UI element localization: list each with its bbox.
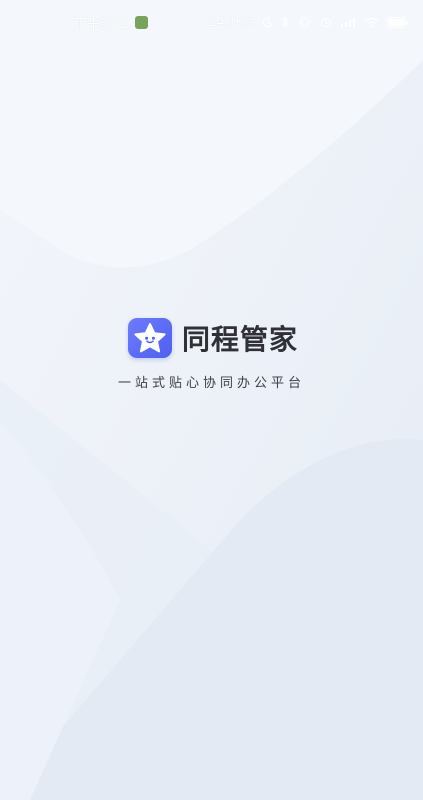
network-speed: 14.1K/s — [209, 15, 254, 29]
app-name: 同程管家 — [182, 323, 299, 356]
bluetooth-icon — [281, 16, 290, 28]
app-brand: 同程管家 — [128, 318, 298, 358]
status-time: 下午3:32 — [74, 16, 130, 32]
status-bar: 下午3:32 14.1K/s — [0, 0, 423, 44]
battery-icon — [387, 16, 409, 28]
moon-icon — [262, 16, 273, 28]
signal-icon — [340, 17, 356, 28]
splash-background — [0, 0, 423, 800]
star-face-icon — [128, 318, 172, 358]
alarm-icon — [320, 16, 332, 28]
app-tagline: 一站式贴心协同办公平台 — [117, 376, 305, 391]
app-notification-icon — [135, 15, 149, 29]
vibrate-icon — [298, 17, 312, 27]
wifi-icon — [364, 17, 379, 28]
